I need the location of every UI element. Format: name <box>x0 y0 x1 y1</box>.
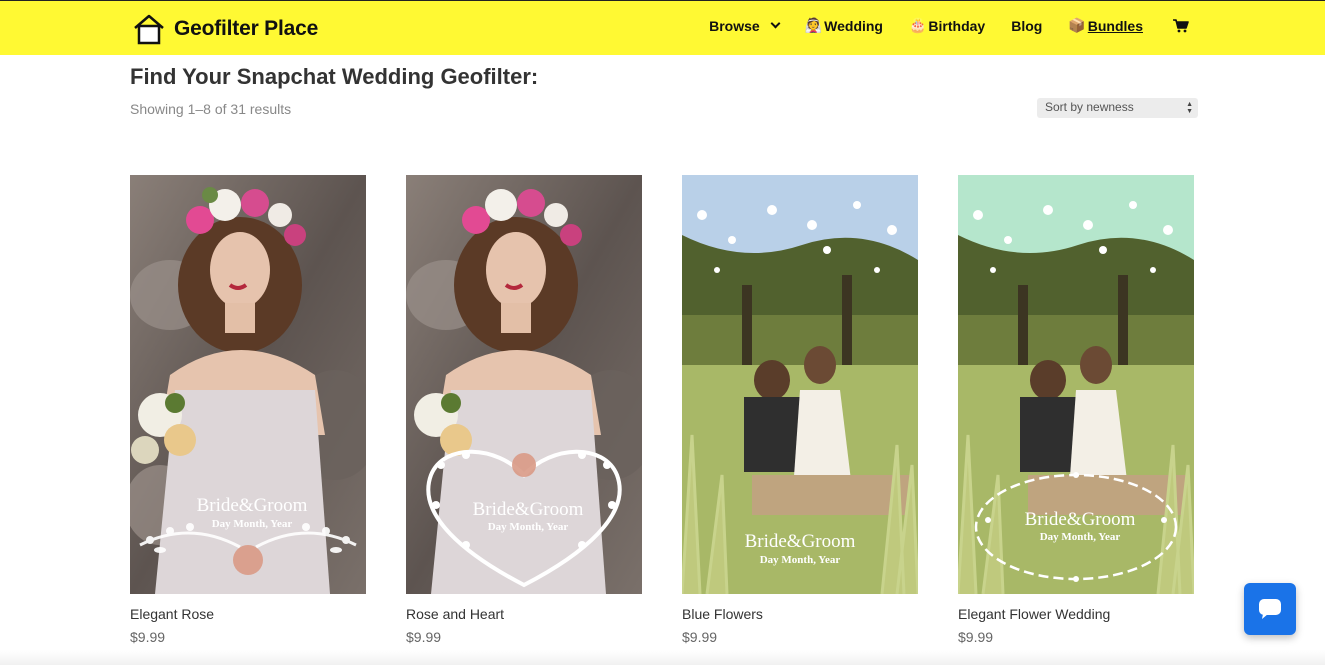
product-price: $9.99 <box>682 629 718 645</box>
cart-link[interactable] <box>1169 18 1189 33</box>
product-price: $9.99 <box>958 629 994 645</box>
nav-birthday[interactable]: 🎂 Birthday <box>909 17 985 34</box>
site-header: Geofilter Place Browse 👰 Wedding 🎂 Birth… <box>0 0 1325 55</box>
nav-bundles[interactable]: 📦 Bundles <box>1068 17 1143 34</box>
nav-blog[interactable]: Blog <box>1011 18 1042 34</box>
overlay-title: Bride&Groom <box>197 495 308 516</box>
result-count: Showing 1–8 of 31 results <box>130 101 292 117</box>
nav-bundles-label: Bundles <box>1087 17 1143 34</box>
overlay-date: Day Month, Year <box>1040 531 1121 543</box>
product-image[interactable]: Bride&Groom Day Month, Year <box>682 175 918 594</box>
overlay-title: Bride&Groom <box>1025 509 1136 530</box>
overlay-date: Day Month, Year <box>212 518 293 530</box>
product-card: Bride&Groom Day Month, Year Elegant Flow… <box>958 175 1194 645</box>
product-card: Bride&Groom Day Month, Year Elegant Rose… <box>130 175 366 645</box>
package-icon: 📦 <box>1068 17 1086 33</box>
nav-browse[interactable]: Browse <box>709 17 781 34</box>
product-price: $9.99 <box>130 629 166 645</box>
overlay-title: Bride&Groom <box>473 499 584 520</box>
overlay-title: Bride&Groom <box>745 531 856 552</box>
sort-select[interactable]: Sort by newness ▲ ▼ <box>1037 98 1198 118</box>
nav-browse-label: Browse <box>709 17 760 34</box>
cart-icon <box>1173 18 1189 32</box>
product-name[interactable]: Blue Flowers <box>682 606 918 622</box>
main-nav: Browse 👰 Wedding 🎂 Birthday Blog 📦 Bundl… <box>709 17 1189 34</box>
chat-button[interactable] <box>1244 583 1296 635</box>
product-name[interactable]: Elegant Flower Wedding <box>958 606 1194 622</box>
nav-blog-label: Blog <box>1011 17 1043 34</box>
overlay-date: Day Month, Year <box>488 521 569 533</box>
sort-select-value: Sort by newness <box>1045 100 1134 114</box>
page-title: Find Your Snapchat Wedding Geofilter: <box>130 64 539 89</box>
overlay-date: Day Month, Year <box>760 554 841 566</box>
bottom-fade <box>0 650 1325 665</box>
nav-birthday-label: Birthday <box>928 17 986 34</box>
product-name[interactable]: Rose and Heart <box>406 606 642 622</box>
site-logo[interactable]: Geofilter Place <box>132 13 318 45</box>
house-icon <box>134 14 164 45</box>
product-image[interactable]: Bride&Groom Day Month, Year <box>406 175 642 594</box>
chat-bubble-icon <box>1259 599 1281 619</box>
bride-icon: 👰 <box>804 17 823 33</box>
product-name[interactable]: Elegant Rose <box>130 606 366 622</box>
product-card: Bride&Groom Day Month, Year Blue Flowers… <box>682 175 918 645</box>
product-image[interactable]: Bride&Groom Day Month, Year <box>130 175 366 594</box>
logo-text: Geofilter Place <box>174 17 319 40</box>
nav-wedding[interactable]: 👰 Wedding <box>805 17 883 34</box>
product-price: $9.99 <box>406 629 442 645</box>
cake-icon: 🎂 <box>908 17 927 33</box>
select-arrows-icon: ▲ ▼ <box>1186 101 1193 115</box>
chevron-down-icon <box>770 18 781 29</box>
nav-wedding-label: Wedding <box>824 17 883 34</box>
product-card: Bride&Groom Day Month, Year Rose and Hea… <box>406 175 642 645</box>
product-image[interactable]: Bride&Groom Day Month, Year <box>958 175 1194 594</box>
